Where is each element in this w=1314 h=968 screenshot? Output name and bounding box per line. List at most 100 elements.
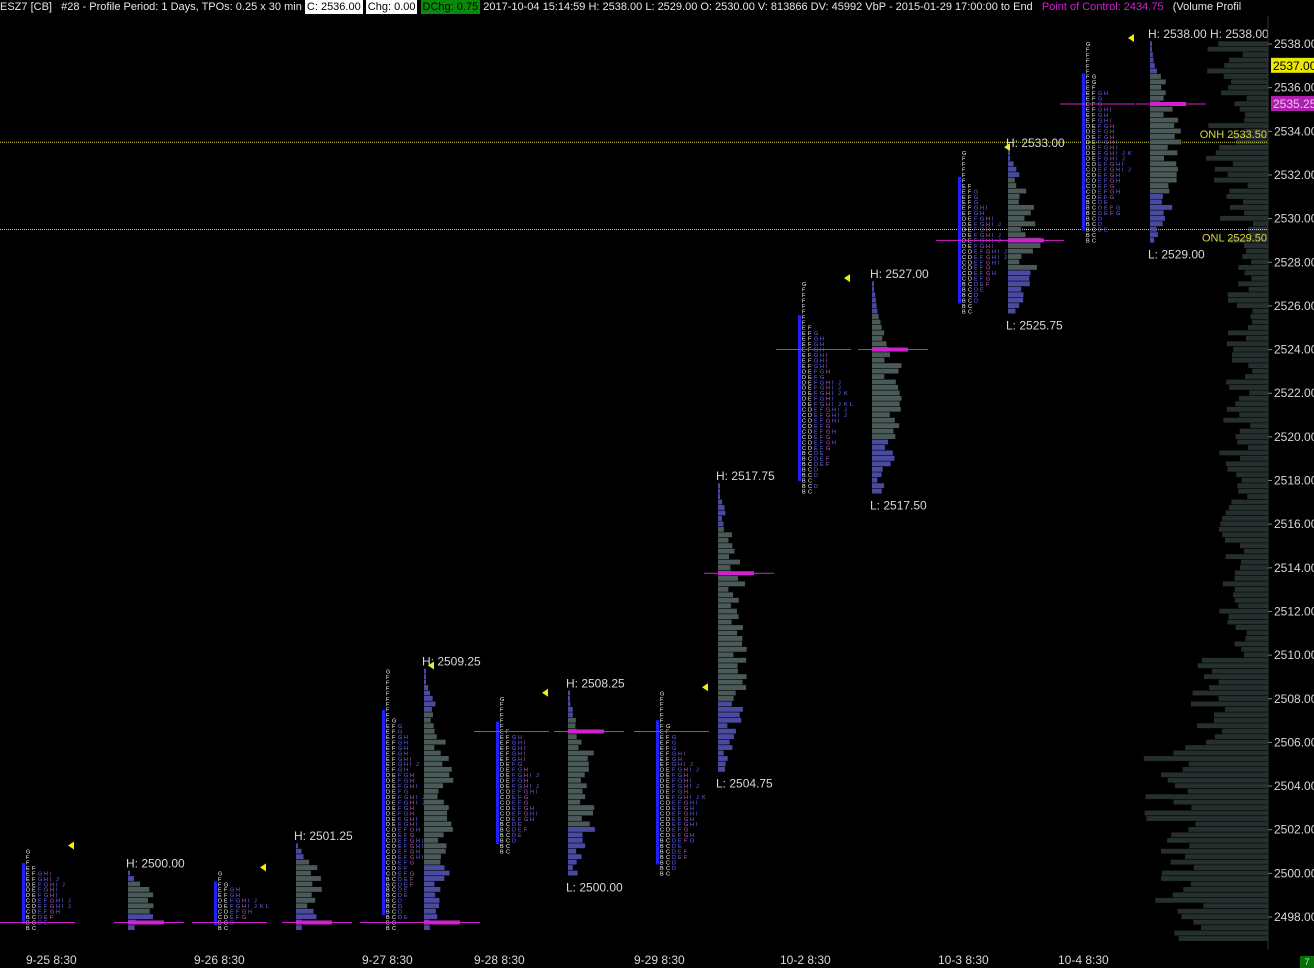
tpo-letter: D (974, 288, 978, 294)
tpo-letter: G (820, 375, 824, 381)
composite-volume-bar (1161, 848, 1268, 854)
close-arrow-icon (844, 274, 850, 283)
composite-volume-bar (1231, 79, 1268, 85)
tpo-letter: F (1104, 162, 1108, 168)
volume-bar (1150, 177, 1177, 183)
tpo-letter: E (672, 817, 676, 823)
tpo-letter: D (672, 850, 676, 856)
tpo-letter: H (684, 773, 688, 779)
volume-bar (718, 488, 720, 494)
status-corner-badge[interactable]: 7 (1300, 956, 1314, 968)
tpo-letter: C (660, 833, 664, 839)
tpo-letter: E (814, 435, 818, 441)
tpo-letter: C (666, 866, 670, 872)
tpo-letter: F (398, 795, 402, 801)
tpo-letter: F (962, 167, 966, 173)
market-profile-chart[interactable]: ONH 2533.50ONL 2529.50B CB C D EB C D E FC D E F G HC… (0, 0, 1314, 968)
tpo-letter: F (392, 762, 396, 768)
tpo-letter: H (518, 735, 522, 741)
composite-volume-bar (1245, 636, 1268, 641)
tpo-letter: G (524, 790, 528, 796)
tpo-letter: F (410, 877, 414, 883)
tpo-letter: D (968, 255, 972, 261)
volume-bar (718, 608, 737, 614)
tpo-letter: I (1116, 146, 1118, 152)
tpo-letter: B (386, 904, 390, 910)
tpo-letter: B (660, 866, 664, 872)
volume-bar (128, 897, 148, 903)
tpo-letter: B (218, 920, 222, 926)
composite-volume-bar (1171, 832, 1268, 838)
tpo-letter: F (820, 424, 824, 430)
tpo-letter: D (392, 860, 396, 866)
value-area-bar (656, 720, 659, 865)
tpo-letter: E (980, 282, 984, 288)
tpo-letter: E (1086, 86, 1090, 92)
tpo-letter: H (416, 850, 420, 856)
tpo-letter: B (386, 877, 390, 883)
tpo-letter: G (826, 446, 830, 452)
tpo-letter: I (986, 206, 988, 212)
tpo-letter: E (1098, 173, 1102, 179)
tpo-letter: D (666, 833, 670, 839)
tpo-letter: F (38, 882, 42, 888)
price-tick-label: 2522.00 (1274, 386, 1314, 400)
tpo-letter: H (416, 828, 420, 834)
tpo-letter: G (684, 822, 688, 828)
tpo-letter: D (32, 910, 36, 916)
composite-volume-bar (1251, 259, 1268, 265)
volume-bar (1008, 243, 1041, 249)
tpo-letter: E (506, 773, 510, 779)
tpo-letter: G (1098, 102, 1102, 108)
session-high-label: H: 2508.25 (566, 676, 625, 690)
price-tick-label: 2502.00 (1274, 823, 1314, 837)
composite-volume-bar (1219, 450, 1268, 456)
tpo-letter: G (1110, 195, 1114, 201)
tpo-letter: C (386, 850, 390, 856)
tpo-letter: C (32, 915, 36, 921)
tpo-letter: F (398, 779, 402, 785)
tpo-letter: F (392, 729, 396, 735)
tpo-letter: C (26, 899, 30, 905)
volume-bar (128, 876, 134, 881)
tpo-letter: F (1086, 47, 1090, 53)
tpo-letter: B (386, 920, 390, 926)
composite-volume-bar (1227, 619, 1268, 625)
tpo-letter: B (500, 844, 504, 850)
tpo-letter: F (230, 899, 234, 905)
tpo-letter: E (802, 364, 806, 370)
symbol-label: ESZ7 [CB] (0, 1, 52, 13)
volume-bar (568, 832, 583, 838)
volume-bar (718, 636, 743, 641)
tpo-letter: I (696, 800, 698, 806)
tpo-letter: F (968, 200, 972, 206)
volume-bar (1008, 204, 1034, 210)
tpo-letter: D (500, 768, 504, 774)
tpo-letter: E (38, 904, 42, 910)
tpo-letter: D (500, 762, 504, 768)
volume-bar (424, 761, 443, 767)
tpo-letter: F (672, 790, 676, 796)
tpo-letter: G (512, 751, 516, 757)
tpo-letter: D (26, 893, 30, 899)
tpo-letter: F (392, 757, 396, 763)
composite-volume-bar (1177, 908, 1268, 914)
volume-bar (718, 483, 720, 489)
tpo-letter: J (254, 904, 257, 910)
tpo-letter: E (1098, 184, 1102, 190)
tpo-letter: B (660, 850, 664, 856)
composite-volume-bar (1243, 199, 1268, 205)
composite-volume-bar (1221, 728, 1268, 734)
tpo-letter: E (386, 729, 390, 735)
tpo-letter: F (44, 899, 48, 905)
tpo-letter: D (398, 882, 402, 888)
tpo-letter: G (826, 413, 830, 419)
tpo-letter: F (660, 702, 664, 708)
volume-bar (424, 783, 443, 789)
tpo-letter: E (814, 418, 818, 424)
date-axis-label: 9-28 8:30 (474, 953, 525, 967)
tpo-letter: G (404, 817, 408, 823)
study-name: (Volume Profil (1172, 1, 1242, 13)
tpo-letter: F (50, 915, 54, 921)
volume-bar (872, 286, 874, 292)
